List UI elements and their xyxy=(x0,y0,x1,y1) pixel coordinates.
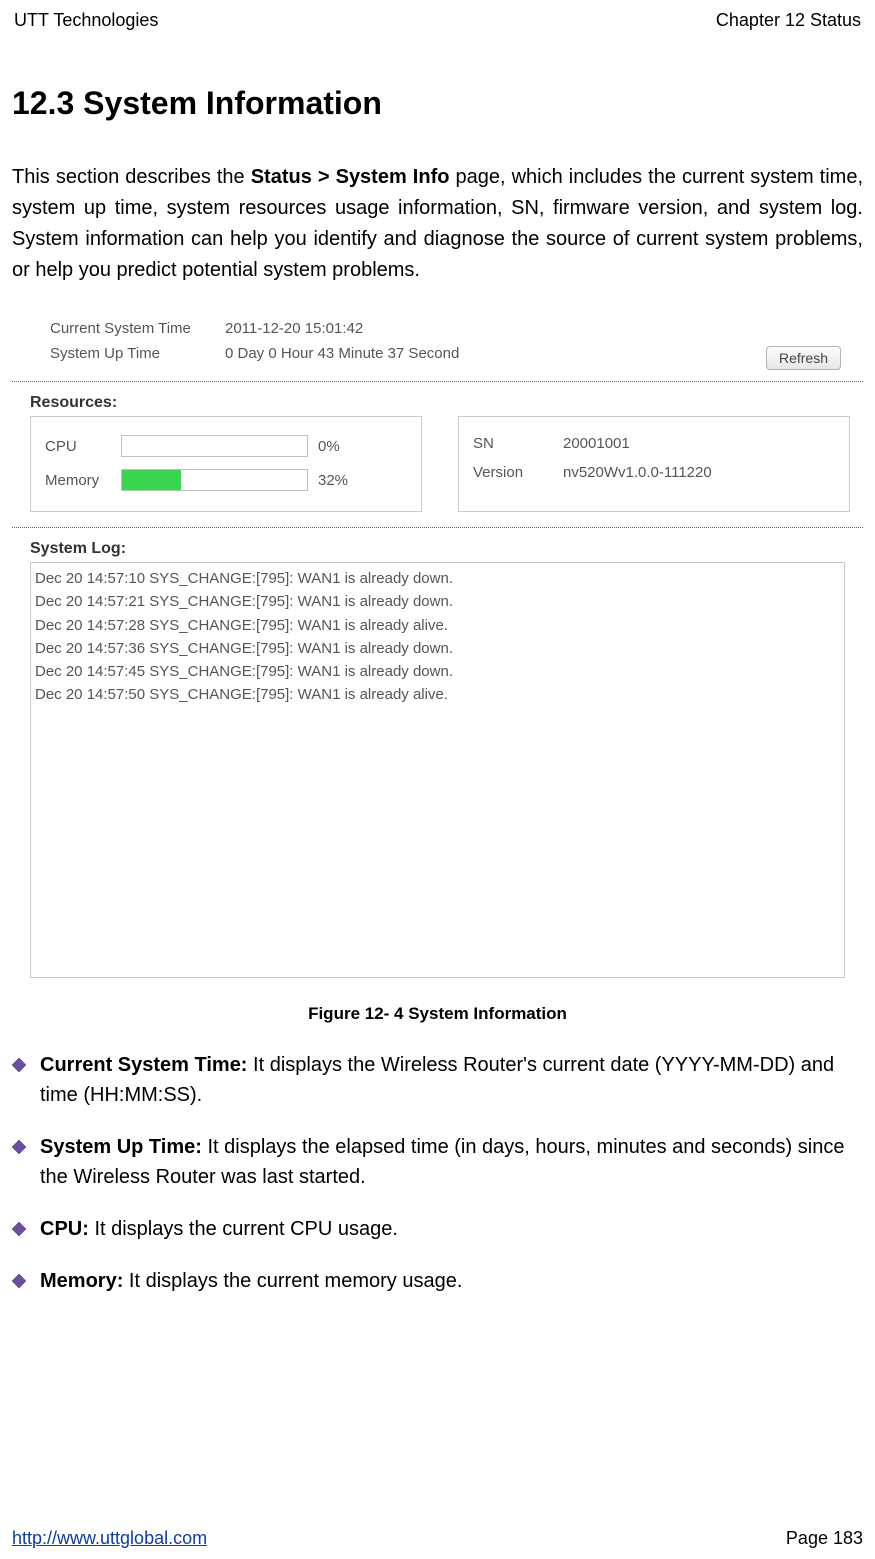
list-item: Current System Time: It displays the Wir… xyxy=(12,1050,863,1110)
list-item-term: CPU: xyxy=(40,1218,89,1240)
syslog-box[interactable]: Dec 20 14:57:10 SYS_CHANGE:[795]: WAN1 i… xyxy=(30,562,845,978)
resources-title: Resources: xyxy=(30,394,851,412)
section-heading: 12.3 System Information xyxy=(12,85,863,122)
list-item-text: Current System Time: It displays the Wir… xyxy=(40,1050,863,1110)
current-time-label: Current System Time xyxy=(50,320,225,337)
diamond-bullet-icon xyxy=(12,1271,26,1285)
list-item-term: Current System Time: xyxy=(40,1054,247,1076)
list-item-definition: It displays the current CPU usage. xyxy=(89,1218,398,1240)
syslog-line: Dec 20 14:57:36 SYS_CHANGE:[795]: WAN1 i… xyxy=(35,637,840,660)
sn-label: SN xyxy=(473,435,563,452)
resources-info-box: SN 20001001 Version nv520Wv1.0.0-111220 xyxy=(458,416,850,512)
footer-page: Page 183 xyxy=(786,1528,863,1549)
page-header: UTT Technologies Chapter 12 Status xyxy=(12,10,863,33)
current-time-value: 2011-12-20 15:01:42 xyxy=(225,320,363,337)
syslog-line: Dec 20 14:57:21 SYS_CHANGE:[795]: WAN1 i… xyxy=(35,590,840,613)
header-left: UTT Technologies xyxy=(14,10,158,31)
syslog-line: Dec 20 14:57:10 SYS_CHANGE:[795]: WAN1 i… xyxy=(35,567,840,590)
page-footer: http://www.uttglobal.com Page 183 xyxy=(12,1528,863,1549)
memory-percent: 32% xyxy=(318,472,348,489)
syslog-line: Dec 20 14:57:45 SYS_CHANGE:[795]: WAN1 i… xyxy=(35,660,840,683)
uptime-value: 0 Day 0 Hour 43 Minute 37 Second xyxy=(225,345,459,362)
intro-bold: Status > System Info xyxy=(251,166,450,188)
list-item-term: Memory: xyxy=(40,1270,123,1292)
resources-usage-box: CPU 0% Memory 32% xyxy=(30,416,422,512)
system-info-screenshot: Current System Time 2011-12-20 15:01:42 … xyxy=(12,306,863,982)
version-value: nv520Wv1.0.0-111220 xyxy=(563,464,712,481)
figure-caption: Figure 12- 4 System Information xyxy=(12,1004,863,1024)
list-item: CPU: It displays the current CPU usage. xyxy=(12,1214,863,1244)
intro-pre: This section describes the xyxy=(12,166,251,188)
syslog-line: Dec 20 14:57:50 SYS_CHANGE:[795]: WAN1 i… xyxy=(35,683,840,706)
definition-list: Current System Time: It displays the Wir… xyxy=(12,1050,863,1296)
diamond-bullet-icon xyxy=(12,1055,26,1069)
cpu-meter xyxy=(121,435,308,457)
memory-meter-fill xyxy=(122,470,181,490)
cpu-label: CPU xyxy=(45,438,121,455)
syslog-title: System Log: xyxy=(30,540,845,558)
refresh-button[interactable]: Refresh xyxy=(766,346,841,370)
header-right: Chapter 12 Status xyxy=(716,10,861,31)
diamond-bullet-icon xyxy=(12,1219,26,1233)
list-item: Memory: It displays the current memory u… xyxy=(12,1266,863,1296)
cpu-percent: 0% xyxy=(318,438,340,455)
syslog-line: Dec 20 14:57:28 SYS_CHANGE:[795]: WAN1 i… xyxy=(35,614,840,637)
list-item-term: System Up Time: xyxy=(40,1136,202,1158)
diamond-bullet-icon xyxy=(12,1137,26,1151)
list-item-text: System Up Time: It displays the elapsed … xyxy=(40,1132,863,1192)
list-item-definition: It displays the current memory usage. xyxy=(123,1270,462,1292)
version-label: Version xyxy=(473,464,563,481)
uptime-label: System Up Time xyxy=(50,345,225,362)
sn-value: 20001001 xyxy=(563,435,630,452)
intro-paragraph: This section describes the Status > Syst… xyxy=(12,162,863,286)
footer-link[interactable]: http://www.uttglobal.com xyxy=(12,1528,207,1549)
list-item: System Up Time: It displays the elapsed … xyxy=(12,1132,863,1192)
memory-label: Memory xyxy=(45,472,121,489)
list-item-text: CPU: It displays the current CPU usage. xyxy=(40,1214,863,1244)
memory-meter xyxy=(121,469,308,491)
list-item-text: Memory: It displays the current memory u… xyxy=(40,1266,863,1296)
